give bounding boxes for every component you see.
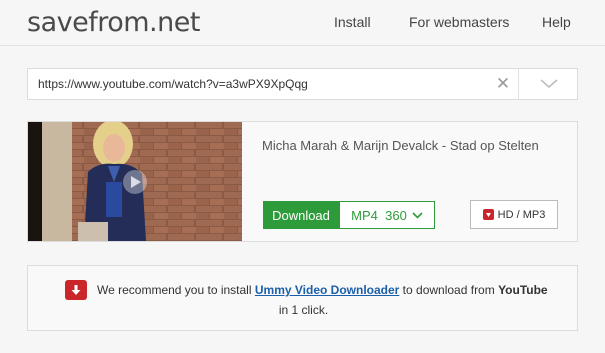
close-icon: ✕ (495, 74, 511, 93)
nav-for-webmasters[interactable]: For webmasters (409, 14, 509, 30)
recommendation-text: We recommend you to install Ummy Video D… (97, 283, 548, 297)
chevron-down-icon (412, 211, 423, 219)
download-arrow-icon (65, 280, 87, 300)
thumbnail-image (28, 122, 242, 241)
download-icon (482, 209, 494, 220)
rec-middle: to download from (399, 283, 499, 297)
video-result-card: Micha Marah & Marijn Devalck - Stad op S… (27, 121, 578, 242)
video-title: Micha Marah & Marijn Devalck - Stad op S… (262, 138, 539, 153)
nav-help[interactable]: Help (542, 14, 571, 30)
chevron-down-icon (540, 79, 557, 88)
clear-button[interactable]: ✕ (488, 69, 518, 99)
url-search-bar: ✕ (27, 68, 578, 100)
site-logo[interactable]: savefrom.net (27, 7, 200, 38)
hd-mp3-label: HD / MP3 (497, 208, 546, 221)
rec-youtube: YouTube (498, 283, 548, 297)
format-label: MP4 360 (351, 207, 407, 223)
ummy-downloader-link[interactable]: Ummy Video Downloader (255, 283, 399, 297)
hd-mp3-button[interactable]: HD / MP3 (470, 200, 558, 229)
nav-install[interactable]: Install (334, 14, 371, 30)
recommendation-suffix: in 1 click. (278, 303, 329, 317)
recommendation-box: We recommend you to install Ummy Video D… (27, 265, 578, 331)
download-button[interactable]: Download (263, 201, 339, 229)
rec-prefix: We recommend you to install (97, 283, 255, 297)
site-header: savefrom.net Install For webmasters Help (0, 0, 605, 46)
url-dropdown-button[interactable] (519, 69, 578, 99)
format-select[interactable]: MP4 360 (339, 201, 435, 229)
url-input[interactable] (38, 69, 488, 99)
video-thumbnail[interactable] (28, 122, 242, 241)
